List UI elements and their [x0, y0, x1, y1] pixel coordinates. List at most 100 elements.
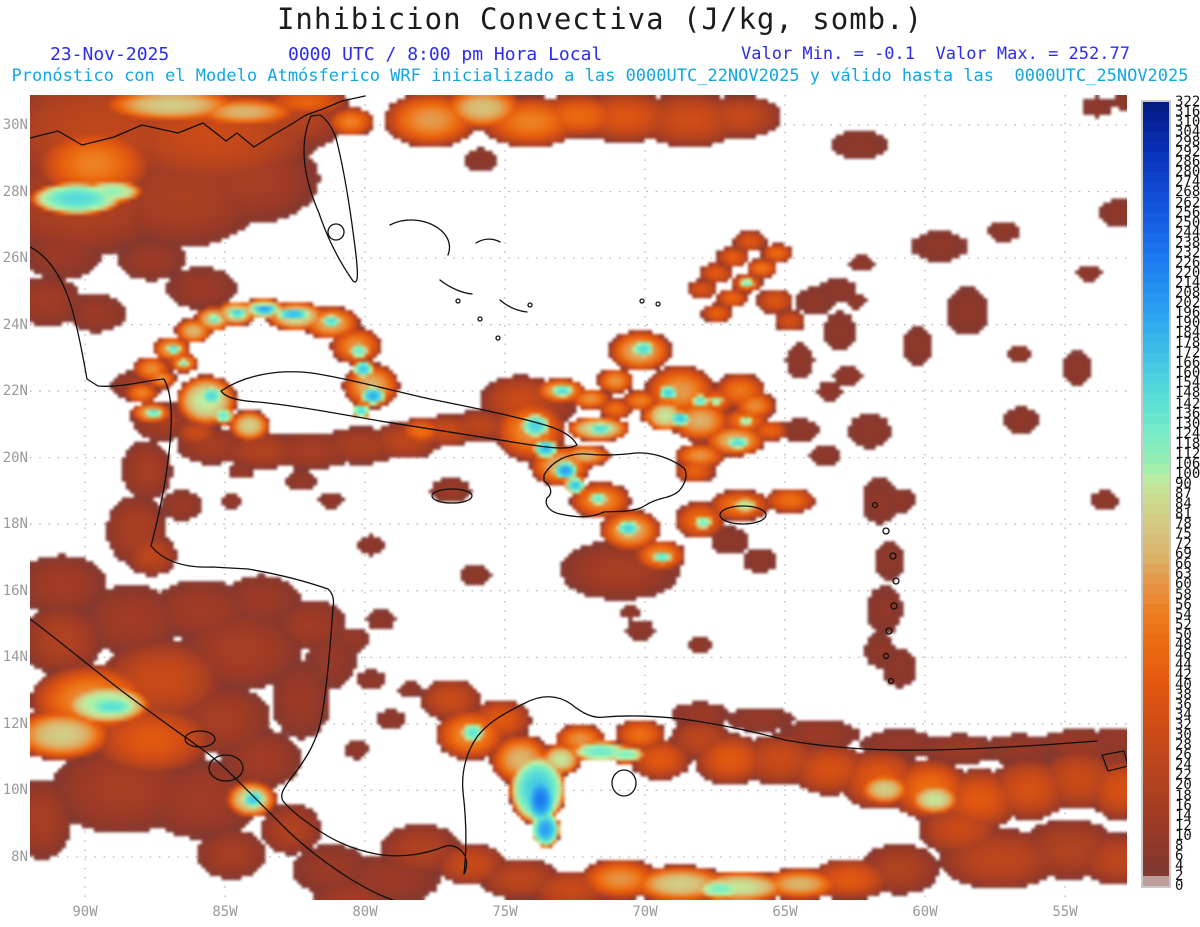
lon-label-75W: 75W [492, 904, 518, 920]
colorbar-cell [1143, 483, 1169, 494]
colorbar-cell [1143, 192, 1169, 203]
colorbar-cell [1143, 112, 1169, 123]
colorbar-cell [1143, 765, 1169, 776]
coast-mexico-centam-venezuela [30, 246, 1098, 875]
colorbar-cell [1143, 654, 1169, 665]
colorbar-cell [1143, 393, 1169, 404]
lat-label-20N: 20N [2, 449, 28, 466]
colorbar-cell [1143, 182, 1169, 193]
coast-jamaica [431, 488, 473, 504]
coast-florida [303, 114, 359, 283]
colorbar-cell [1143, 323, 1169, 334]
colorbar-cell [1143, 383, 1169, 394]
lat-label-22N: 22N [2, 383, 28, 400]
colorbar-cell [1143, 503, 1169, 514]
colorbar-cell [1143, 544, 1169, 555]
island-dot [871, 501, 879, 509]
colorbar-cell [1143, 513, 1169, 524]
coast-trinidad [1101, 750, 1127, 772]
colorbar-cell [1143, 704, 1169, 715]
colorbar-cell [1143, 855, 1169, 866]
colorbar-cell [1143, 212, 1169, 223]
island-dot [885, 627, 893, 635]
colorbar-cell [1143, 564, 1169, 575]
colorbar-cell [1143, 403, 1169, 414]
colorbar-cell [1143, 684, 1169, 695]
lat-label-16N: 16N [2, 582, 28, 599]
colorbar-cell [1143, 453, 1169, 464]
colorbar-cell [1143, 413, 1169, 424]
island-dot [639, 298, 645, 304]
island-dot [882, 527, 890, 535]
colorbar-cell [1143, 443, 1169, 454]
colorbar-cell [1143, 333, 1169, 344]
forecast-validity-line: Pronóstico con el Modelo Atmósferico WRF… [11, 66, 1189, 86]
colorbar-cell [1143, 745, 1169, 756]
colorbar-cell [1143, 343, 1169, 354]
colorbar-cell [1143, 534, 1169, 545]
colorbar-cell [1143, 865, 1169, 876]
colorbar-cell [1143, 363, 1169, 374]
colorbar-cell [1143, 242, 1169, 253]
colorbar-cells [1143, 102, 1169, 886]
island-dot [889, 552, 897, 560]
lon-label-85W: 85W [212, 904, 238, 920]
colorbar-cell [1143, 624, 1169, 635]
colorbar-cell [1143, 142, 1169, 153]
valid-time: 0000 UTC / 8:00 pm Hora Local [288, 44, 603, 65]
colorbar-cell [1143, 594, 1169, 605]
colorbar-cell [1143, 252, 1169, 263]
coast-hispaniola [543, 452, 687, 518]
valor-min-max: Valor Min. = -0.1 Valor Max. = 252.77 [741, 44, 1130, 64]
cin-forecast-map-page: Inhibicion Convectiva (J/kg, somb.) 23-N… [0, 0, 1200, 927]
lon-label-55W: 55W [1052, 904, 1078, 920]
island-dot [882, 652, 890, 660]
island-dot [890, 602, 898, 610]
lake-okeechobee [327, 223, 345, 241]
colorbar-cell [1143, 694, 1169, 705]
map-plot-area: Sisπ - ONAMET/REP.DOM. [30, 95, 1127, 900]
valor-min: Valor Min. = -0.1 [741, 44, 915, 64]
colorbar-cell [1143, 132, 1169, 143]
coast-puerto-rico [719, 505, 767, 525]
colorbar-cell [1143, 292, 1169, 303]
colorbar-cell [1143, 574, 1169, 585]
valid-date: 23-Nov-2025 [50, 44, 170, 65]
colorbar-cell [1143, 282, 1169, 293]
colorbar-cell [1143, 674, 1169, 685]
colorbar-cell [1143, 825, 1169, 836]
coast-bahamas [389, 219, 528, 313]
colorbar-cell [1143, 162, 1169, 173]
lon-label-65W: 65W [772, 904, 798, 920]
lake-maracaibo [611, 769, 637, 797]
colorbar-cell [1143, 312, 1169, 324]
island-dot [892, 577, 900, 585]
lon-label-80W: 80W [352, 904, 378, 920]
colorbar-cell [1143, 755, 1169, 766]
lat-label-14N: 14N [2, 649, 28, 666]
colorbar-cell [1143, 232, 1169, 243]
lat-label-12N: 12N [2, 715, 28, 732]
colorbar-cell [1143, 493, 1169, 504]
island-dot [495, 335, 501, 341]
colorbar-cell [1143, 423, 1169, 434]
coastlines-layer [30, 95, 1127, 900]
lat-label-24N: 24N [2, 316, 28, 333]
colorbar-cell [1143, 172, 1169, 183]
colorbar-cell [1143, 262, 1169, 273]
lat-label-8N: 8N [11, 848, 28, 865]
colorbar-cell [1143, 875, 1169, 886]
island-dot [455, 298, 461, 304]
colorbar-cell [1143, 463, 1169, 474]
colorbar-cell [1143, 353, 1169, 364]
colorbar-cell [1143, 473, 1169, 484]
valor-spacer [915, 44, 935, 64]
colorbar-cell [1143, 302, 1169, 313]
colorbar-cell [1143, 634, 1169, 645]
lon-label-70W: 70W [632, 904, 658, 920]
colorbar-cell [1143, 122, 1169, 133]
colorbar-cell [1143, 222, 1169, 233]
colorbar-cell [1143, 604, 1169, 615]
page-title: Inhibicion Convectiva (J/kg, somb.) [276, 2, 924, 36]
colorbar-cell [1143, 845, 1169, 856]
